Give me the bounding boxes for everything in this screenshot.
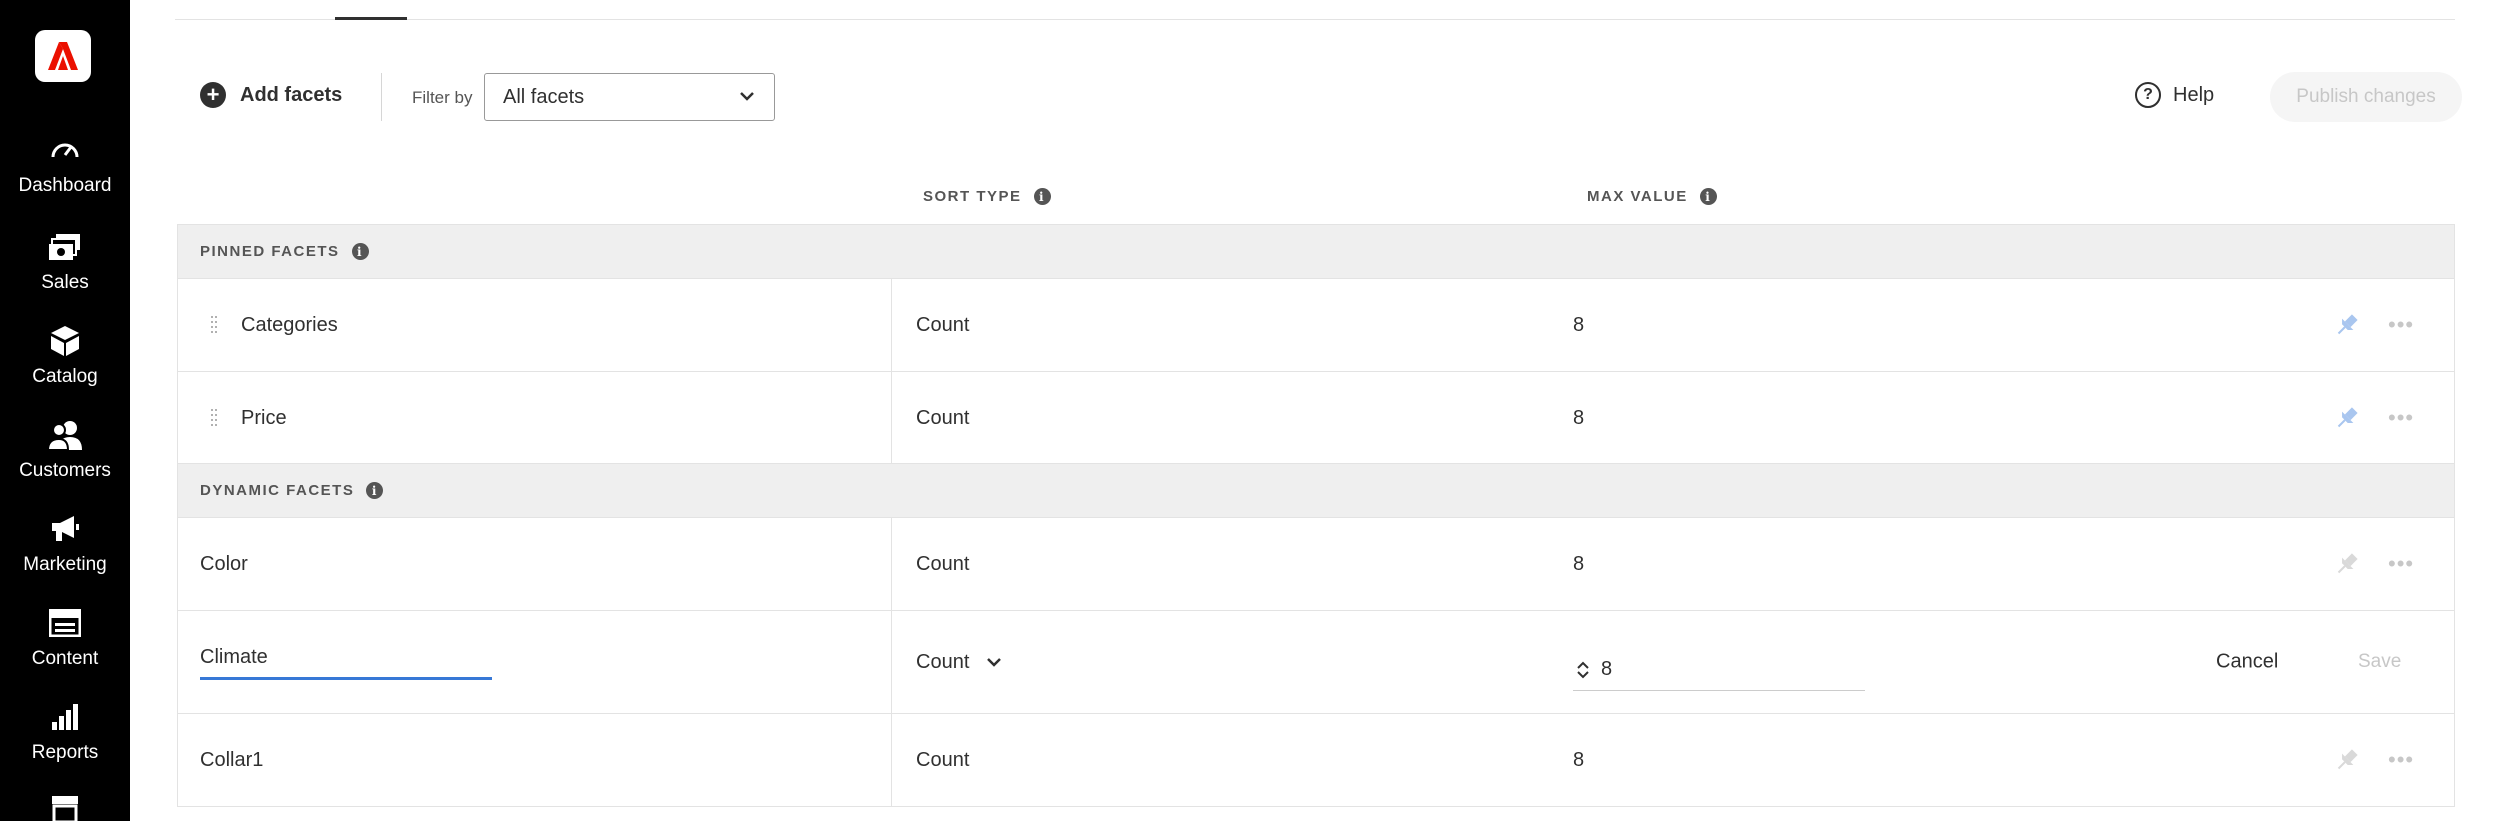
column-divider (891, 518, 892, 610)
box-icon (48, 324, 82, 358)
help-label: Help (2173, 83, 2215, 106)
drag-handle-icon[interactable] (211, 408, 217, 428)
column-header-max-value: MAX VALUE i (1587, 188, 1717, 205)
group-header-label: DYNAMIC FACETS (200, 482, 355, 499)
help-link[interactable]: ? Help (2135, 82, 2214, 108)
edit-row[interactable]: Climate Count 8 Cancel Save (177, 611, 2455, 714)
facet-max-value: 8 (1573, 552, 1585, 575)
pin-icon[interactable] (2334, 312, 2360, 338)
sidebar-item-marketing[interactable]: Marketing (0, 496, 130, 576)
bar-chart-icon (48, 700, 82, 734)
megaphone-icon (48, 512, 82, 546)
facet-sort-type: Count (916, 552, 970, 575)
facet-name: Price (241, 406, 287, 429)
facet-max-value: 8 (1573, 406, 1585, 429)
filter-label: Filter by (412, 88, 473, 107)
column-header-sort-type: SORT TYPE i (923, 188, 1051, 205)
info-icon[interactable]: i (351, 243, 369, 260)
more-options-icon[interactable]: ••• (2388, 553, 2414, 575)
add-facets-button[interactable]: + Add facets (200, 82, 342, 108)
table-row[interactable]: Collar1 Count 8 ••• (177, 714, 2455, 807)
info-icon[interactable]: i (366, 482, 384, 499)
more-options-icon[interactable]: ••• (2388, 749, 2414, 771)
column-divider (891, 714, 892, 806)
sidebar-item-customers[interactable]: Customers (0, 402, 130, 482)
facets-toolbar: + Add facets Filter by All facets ? Help… (130, 70, 2500, 122)
layout-icon (48, 606, 82, 640)
tab-divider (175, 19, 2455, 20)
column-divider (891, 611, 892, 713)
help-icon: ? (2135, 82, 2161, 108)
facet-name: Color (200, 552, 248, 575)
store-icon (48, 794, 82, 824)
facet-name: Categories (241, 313, 338, 336)
adobe-logo-icon (48, 42, 78, 70)
column-divider (891, 372, 892, 464)
max-value-stepper[interactable]: 8 (1573, 649, 1865, 691)
active-tab-indicator (335, 17, 407, 20)
drag-handle-icon[interactable] (211, 315, 217, 335)
table-row[interactable]: Categories Count 8 ••• (177, 279, 2455, 372)
sort-type-select[interactable]: Count (916, 611, 1003, 713)
more-options-icon[interactable]: ••• (2388, 407, 2414, 429)
facet-sort-type: Count (916, 748, 970, 771)
info-icon[interactable]: i (1033, 188, 1051, 205)
sidebar-item-reports[interactable]: Reports (0, 684, 130, 764)
chevron-up-icon (1577, 661, 1589, 669)
speedometer-icon (48, 133, 82, 167)
facet-name: Collar1 (200, 748, 264, 771)
save-button[interactable]: Save (2358, 651, 2401, 673)
group-header-dynamic: DYNAMIC FACETS i (177, 463, 2455, 518)
column-divider (891, 279, 892, 371)
sidebar-item-dashboard[interactable]: Dashboard (0, 117, 130, 197)
sidebar-item-label: Reports (31, 742, 99, 763)
admin-sidebar: Dashboard Sales Catalog Customers Market… (0, 0, 130, 824)
sidebar-item-label: Customers (19, 460, 111, 481)
sidebar-item-label: Content (31, 648, 99, 669)
sidebar-item-label: Sales (41, 272, 89, 293)
group-header-pinned: PINNED FACETS i (177, 224, 2455, 279)
chevron-down-icon (1577, 670, 1589, 678)
filter-select-value: All facets (503, 86, 585, 108)
sort-type-value: Count (916, 650, 970, 673)
sidebar-item-label: Dashboard (18, 175, 112, 196)
main-content: + Add facets Filter by All facets ? Help… (130, 0, 2500, 821)
info-icon[interactable]: i (1699, 188, 1717, 205)
toolbar-divider (381, 73, 382, 121)
facet-sort-type: Count (916, 406, 970, 429)
filter-select[interactable]: All facets (484, 73, 775, 121)
pin-icon[interactable] (2334, 405, 2360, 431)
dollar-bills-icon (48, 230, 82, 264)
sidebar-item-label: Marketing (23, 554, 107, 575)
facet-name-input[interactable]: Climate (200, 646, 492, 680)
cancel-button[interactable]: Cancel (2216, 651, 2278, 674)
column-header-label: MAX VALUE (1587, 188, 1688, 205)
sidebar-item-stores[interactable] (0, 770, 130, 824)
adobe-logo[interactable] (35, 30, 91, 82)
column-header-label: SORT TYPE (923, 188, 1022, 205)
table-row[interactable]: Color Count 8 ••• (177, 518, 2455, 611)
pin-icon[interactable] (2334, 551, 2360, 577)
max-value-input-value: 8 (1601, 658, 1613, 680)
group-header-label: PINNED FACETS (200, 243, 340, 260)
sidebar-item-content[interactable]: Content (0, 590, 130, 670)
chevron-down-icon (985, 653, 1003, 671)
sidebar-item-sales[interactable]: Sales (0, 214, 130, 294)
stepper-arrows[interactable] (1573, 660, 1593, 680)
facet-sort-type: Count (916, 313, 970, 336)
publish-changes-button[interactable]: Publish changes (2270, 72, 2462, 122)
facet-max-value: 8 (1573, 748, 1585, 771)
add-facets-label: Add facets (240, 83, 343, 106)
chevron-down-icon (738, 87, 756, 111)
pin-icon[interactable] (2334, 747, 2360, 773)
more-options-icon[interactable]: ••• (2388, 314, 2414, 336)
sidebar-item-label: Catalog (32, 366, 98, 387)
users-icon (48, 418, 82, 452)
sidebar-item-catalog[interactable]: Catalog (0, 308, 130, 388)
facet-max-value: 8 (1573, 313, 1585, 336)
table-row[interactable]: Price Count 8 ••• (177, 372, 2455, 465)
add-circle-icon: + (200, 82, 226, 108)
